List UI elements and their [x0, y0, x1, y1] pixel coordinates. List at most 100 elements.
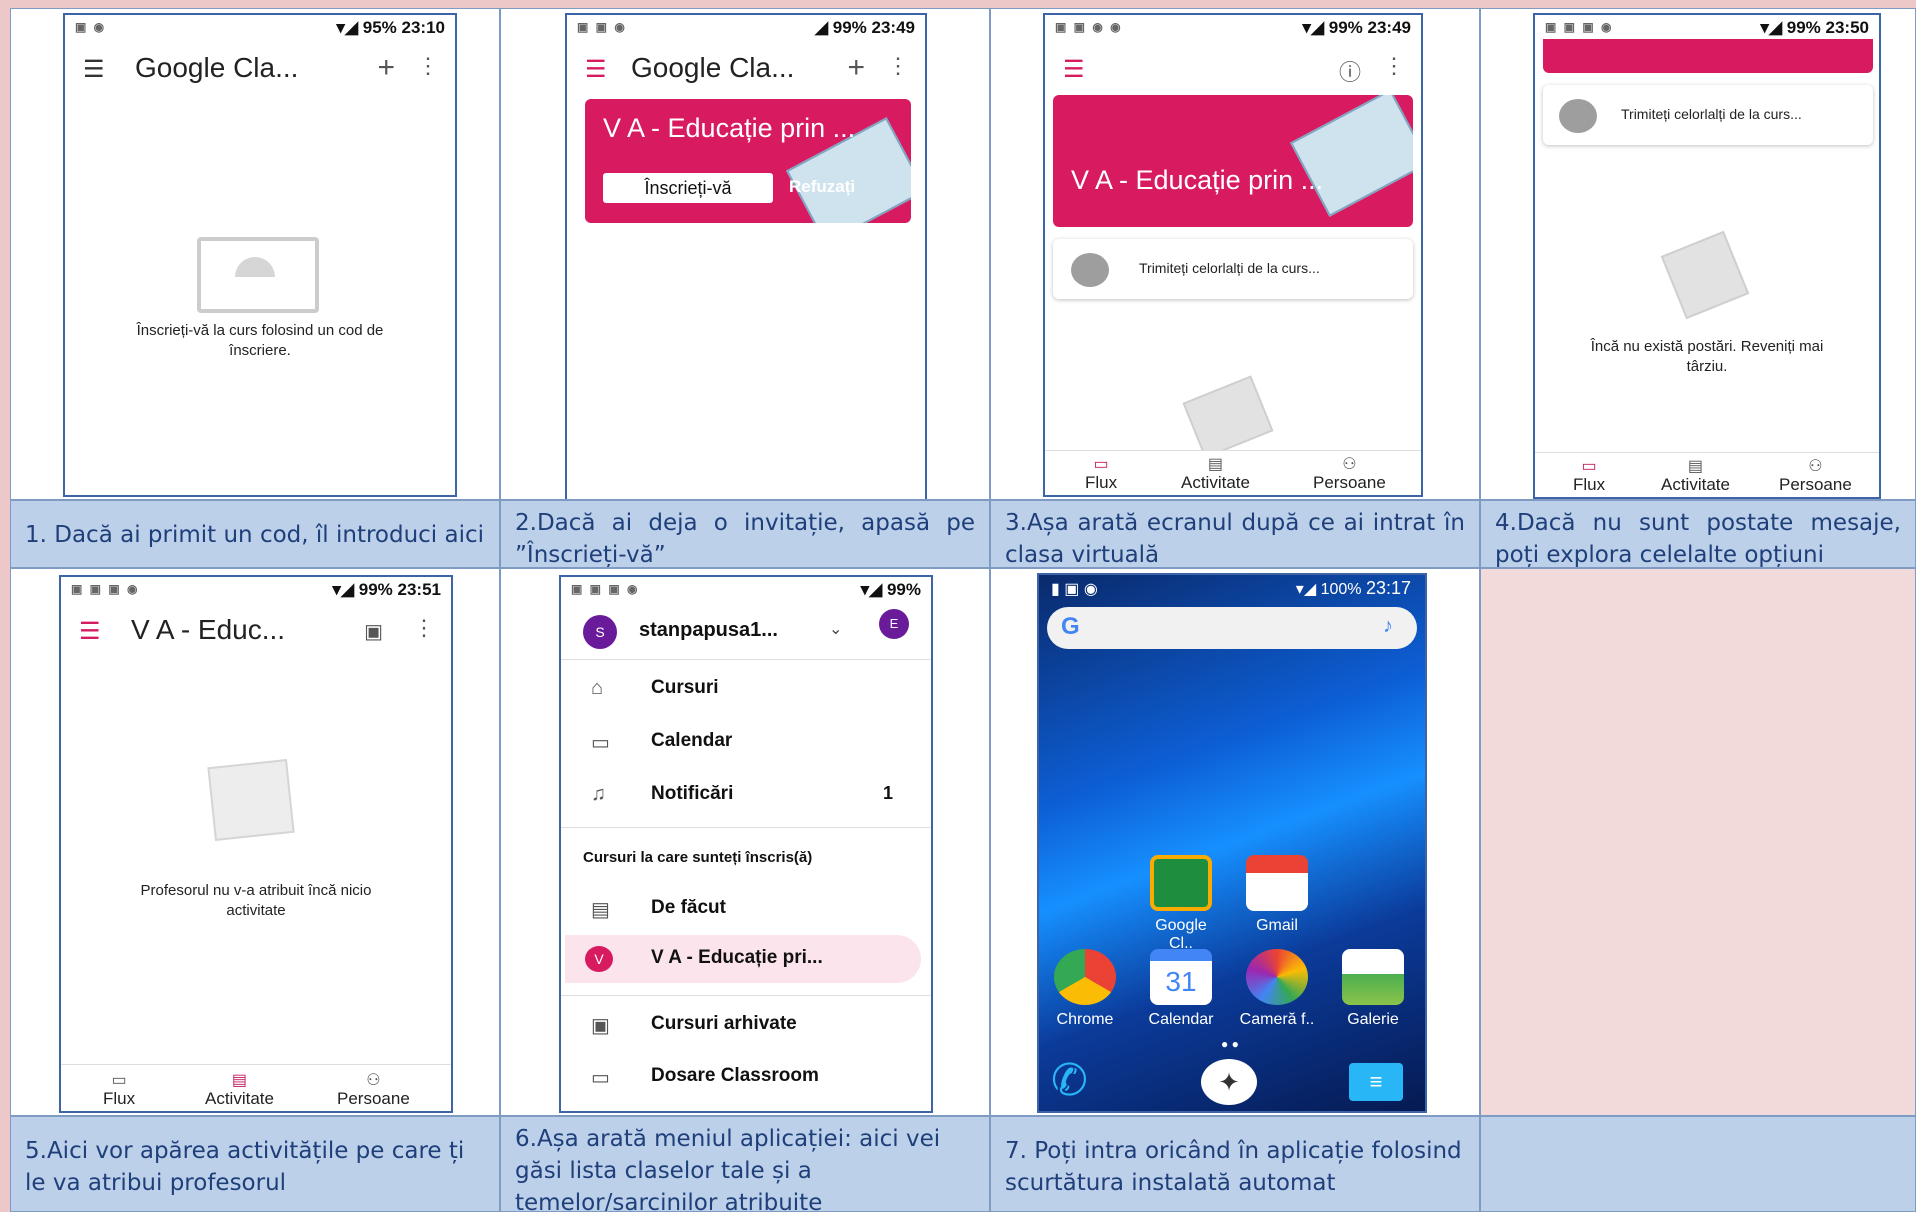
class-name: V A - Educație prin ... [603, 113, 856, 143]
nav-stream[interactable]: ▭ Flux [1085, 457, 1117, 493]
signal-icon: ▾◢ [1760, 18, 1787, 37]
caption-6: 6.Așa arată meniul aplicației: aici vei … [500, 1116, 990, 1212]
cell-screen-7: ▮ ▣ ◉ ▾◢ 100% 23:17 G ♪ Google Cl.. Gmai… [990, 568, 1480, 1116]
class-folder-icon[interactable]: ▣ [364, 619, 383, 644]
app-bar: ☰ Google Cla... + ⋮ [567, 43, 925, 95]
home-screen: ▮ ▣ ◉ ▾◢ 100% 23:17 G ♪ Google Cl.. Gmai… [1037, 573, 1427, 1113]
decline-button[interactable]: Refuzați [789, 177, 855, 197]
cell-screen-2: ▣ ▣ ◉ ◢ 99% 23:49 ☰ Google Cla... + ⋮ V … [500, 8, 990, 500]
hamburger-menu-icon[interactable]: ☰ [79, 617, 101, 646]
nav-people[interactable]: ⚇ Persoane [1313, 457, 1386, 493]
menu-item-class[interactable]: V V A - Educație pri... [565, 935, 921, 983]
nav-people[interactable]: ⚇ Persoane [337, 1073, 410, 1109]
empty-state-text: Încă nu există postări. Reveniți mai târ… [1590, 338, 1824, 375]
app-gmail[interactable]: Gmail [1239, 855, 1315, 935]
people-icon: ⚇ [1808, 458, 1823, 475]
app-camera[interactable]: Cameră f.. [1239, 949, 1315, 1029]
account-name: stanpapusa1... [639, 619, 778, 641]
share-card[interactable]: Trimiteți celorlalți de la curs... [1053, 239, 1413, 299]
app-google-classroom[interactable]: Google Cl.. [1143, 855, 1219, 953]
share-card[interactable]: Trimiteți celorlalți de la curs... [1543, 85, 1873, 145]
menu-item-notifications[interactable]: ♫ Notificări 1 [561, 771, 931, 828]
people-icon: ⚇ [1342, 456, 1357, 473]
battery-level: 95% [362, 18, 397, 37]
more-options-icon[interactable]: ⋮ [417, 53, 439, 79]
menu-item-folders[interactable]: ▭ Dosare Classroom [561, 1053, 931, 1101]
menu-item-calendar[interactable]: ▭ Calendar [561, 718, 931, 766]
app-title: Google Cla... [631, 52, 795, 83]
app-gallery[interactable]: Galerie [1335, 949, 1411, 1029]
phone-icon[interactable]: ✆ [1051, 1055, 1088, 1106]
app-title: Google Cla... [135, 52, 299, 83]
menu-item-archived[interactable]: ▣ Cursuri arhivate [561, 1001, 931, 1049]
folder-icon: ▭ [591, 1067, 610, 1089]
account-header[interactable]: S stanpapusa1... ⌄ E [561, 605, 931, 660]
clipboard-icon: ▤ [591, 899, 610, 921]
more-options-icon[interactable]: ⋮ [413, 615, 435, 641]
account-avatar: S [583, 615, 617, 649]
add-class-icon[interactable]: + [847, 51, 865, 85]
classwork-icon: ▤ [231, 1072, 248, 1089]
hamburger-menu-icon[interactable]: ☰ [1063, 55, 1085, 84]
nav-classwork[interactable]: ▤ Activitate [1181, 457, 1250, 493]
signal-icon: ◢ [814, 18, 833, 37]
bottom-navigation: ▭ Flux ▤ Activitate ⚇ Persoane [61, 1064, 451, 1111]
status-bar: ▣ ▣ ◉ ◉ ▾◢ 99% 23:49 [1045, 15, 1421, 43]
nav-stream[interactable]: ▭ Flux [103, 1073, 135, 1109]
info-icon[interactable]: ⓘ [1339, 55, 1361, 87]
phone-screen-6: ▣ ▣ ▣ ◉ ▾◢ 99% S stanpapusa1... ⌄ E ⌂ Cu… [559, 575, 933, 1113]
join-button[interactable]: Înscrieți-vă [603, 173, 773, 203]
notification-icons: ▣ ◉ [75, 20, 107, 34]
microphone-icon[interactable]: ♪ [1383, 615, 1393, 638]
google-search-bar[interactable]: G ♪ [1047, 607, 1417, 649]
empty-cell [1480, 568, 1916, 1116]
home-icon: ⌂ [591, 677, 604, 699]
calendar-icon: ▭ [591, 732, 610, 754]
app-calendar[interactable]: 31 Calendar [1143, 949, 1219, 1029]
phone-screen-1: ▣ ◉ ▾◢ 95% 23:10 ☰ Google Cla... + ⋮ Îns… [63, 13, 457, 497]
nav-classwork[interactable]: ▤ Activitate [1661, 459, 1730, 495]
classwork-icon: ▤ [1207, 456, 1224, 473]
menu-item-classes[interactable]: ⌂ Cursuri [561, 665, 931, 713]
hamburger-menu-icon[interactable]: ☰ [83, 55, 105, 84]
notification-icons: ▣ ▣ ◉ [577, 20, 627, 34]
bottom-navigation: ▭ Flux ▤ Activitate ⚇ Persoane [1535, 452, 1879, 497]
clock: 23:51 [397, 580, 441, 599]
app-chrome[interactable]: Chrome [1047, 949, 1123, 1029]
nav-stream[interactable]: ▭ Flux [1573, 459, 1605, 495]
stream-icon: ▭ [1581, 458, 1597, 475]
gmail-icon [1246, 855, 1308, 911]
messages-icon[interactable]: ≡ [1349, 1063, 1403, 1101]
battery-level: 99% [832, 18, 867, 37]
empty-state-text: Profesorul nu v-a atribuit încă nicio ac… [140, 882, 372, 919]
more-options-icon[interactable]: ⋮ [887, 53, 909, 79]
status-bar: ▣ ◉ ▾◢ 95% 23:10 [65, 15, 455, 43]
status-bar: ▣ ▣ ▣ ◉ ▾◢ 99% [561, 577, 931, 605]
hamburger-menu-icon[interactable]: ☰ [585, 55, 607, 84]
no-assignments-illustration [207, 759, 295, 841]
caption-4: 4.Dacă nu sunt postate mesaje, poți expl… [1480, 500, 1916, 568]
tutorial-grid: ▣ ◉ ▾◢ 95% 23:10 ☰ Google Cla... + ⋮ Îns… [0, 0, 1916, 1212]
clock: 23:49 [871, 18, 915, 37]
notification-icons: ▣ ▣ ▣ ◉ [571, 582, 640, 596]
app-drawer-icon[interactable]: ✦ [1201, 1059, 1257, 1105]
stream-icon: ▭ [1093, 456, 1109, 473]
add-class-icon[interactable]: + [377, 51, 395, 85]
chevron-down-icon[interactable]: ⌄ [829, 619, 842, 639]
nav-classwork[interactable]: ▤ Activitate [205, 1073, 274, 1109]
more-options-icon[interactable]: ⋮ [1383, 53, 1405, 79]
app-bar: ☰ V A - Educ... ▣ ⋮ [61, 605, 451, 657]
chrome-icon [1054, 949, 1116, 1005]
nav-people[interactable]: ⚇ Persoane [1779, 459, 1852, 495]
no-posts-illustration [1182, 375, 1274, 459]
notification-icons: ▣ ▣ ▣ ◉ [1545, 20, 1614, 34]
notification-icons: ▣ ▣ ▣ ◉ [71, 582, 140, 596]
app-bar: ☰ Google Cla... + ⋮ [65, 43, 455, 95]
class-avatar: V [585, 946, 613, 972]
clock: 23:10 [401, 18, 445, 37]
menu-item-todo[interactable]: ▤ De făcut [561, 885, 931, 933]
no-posts-illustration [1660, 230, 1750, 320]
camera-icon [1246, 949, 1308, 1005]
signal-icon: ▾◢ [332, 580, 359, 599]
battery-level: 99% [358, 580, 393, 599]
